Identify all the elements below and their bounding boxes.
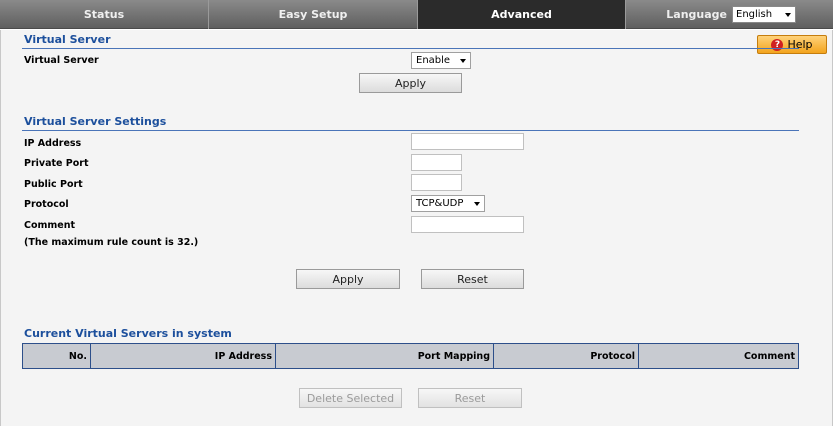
section-title-virtual-server: Virtual Server	[24, 33, 111, 46]
help-label: Help	[787, 38, 813, 51]
apply-settings-button[interactable]: Apply	[296, 269, 400, 289]
top-navigation: Status Easy Setup Advanced Language Engl…	[0, 0, 833, 29]
private-port-label: Private Port	[24, 158, 89, 169]
language-select[interactable]: English	[732, 5, 796, 23]
protocol-label: Protocol	[24, 199, 69, 210]
virtual-server-value: Enable	[416, 55, 451, 66]
apply-virtual-server-button[interactable]: Apply	[359, 73, 462, 93]
delete-selected-button[interactable]: Delete Selected	[299, 388, 402, 408]
section-title-current: Current Virtual Servers in system	[24, 327, 232, 340]
col-protocol: Protocol	[494, 344, 639, 368]
reset-list-button[interactable]: Reset	[418, 388, 522, 408]
max-rule-note: (The maximum rule count is 32.)	[24, 237, 199, 248]
public-port-label: Public Port	[24, 179, 83, 190]
virtual-server-select[interactable]: Enable	[411, 52, 471, 69]
section-divider	[22, 130, 799, 131]
comment-label: Comment	[24, 220, 76, 231]
language-label: Language	[666, 7, 727, 21]
private-port-input[interactable]	[411, 154, 462, 171]
tab-advanced[interactable]: Advanced	[418, 0, 626, 29]
col-no: No.	[23, 344, 91, 368]
chevron-down-icon	[460, 59, 466, 63]
col-ip-address: IP Address	[91, 344, 276, 368]
col-comment: Comment	[743, 350, 795, 362]
language-value: English	[736, 8, 773, 20]
public-port-input[interactable]	[411, 174, 462, 191]
help-button[interactable]: ? Help	[757, 35, 827, 54]
virtual-server-label: Virtual Server	[24, 55, 99, 66]
section-divider	[22, 48, 799, 49]
ip-address-input[interactable]	[411, 133, 524, 150]
col-port-mapping: Port Mapping	[276, 344, 494, 368]
language-area: Language English	[626, 0, 833, 28]
chevron-down-icon	[474, 202, 480, 206]
ip-address-label: IP Address	[24, 138, 82, 149]
protocol-value: TCP&UDP	[416, 198, 464, 209]
comment-input[interactable]	[411, 216, 524, 233]
reset-settings-button[interactable]: Reset	[421, 269, 524, 289]
tab-easy-setup[interactable]: Easy Setup	[209, 0, 418, 29]
virtual-servers-table-header: No. IP Address Port Mapping Protocol Com…	[22, 343, 799, 369]
tab-status[interactable]: Status	[0, 0, 209, 29]
protocol-select[interactable]: TCP&UDP	[411, 195, 485, 212]
section-title-settings: Virtual Server Settings	[24, 115, 167, 128]
chevron-down-icon	[785, 12, 791, 17]
